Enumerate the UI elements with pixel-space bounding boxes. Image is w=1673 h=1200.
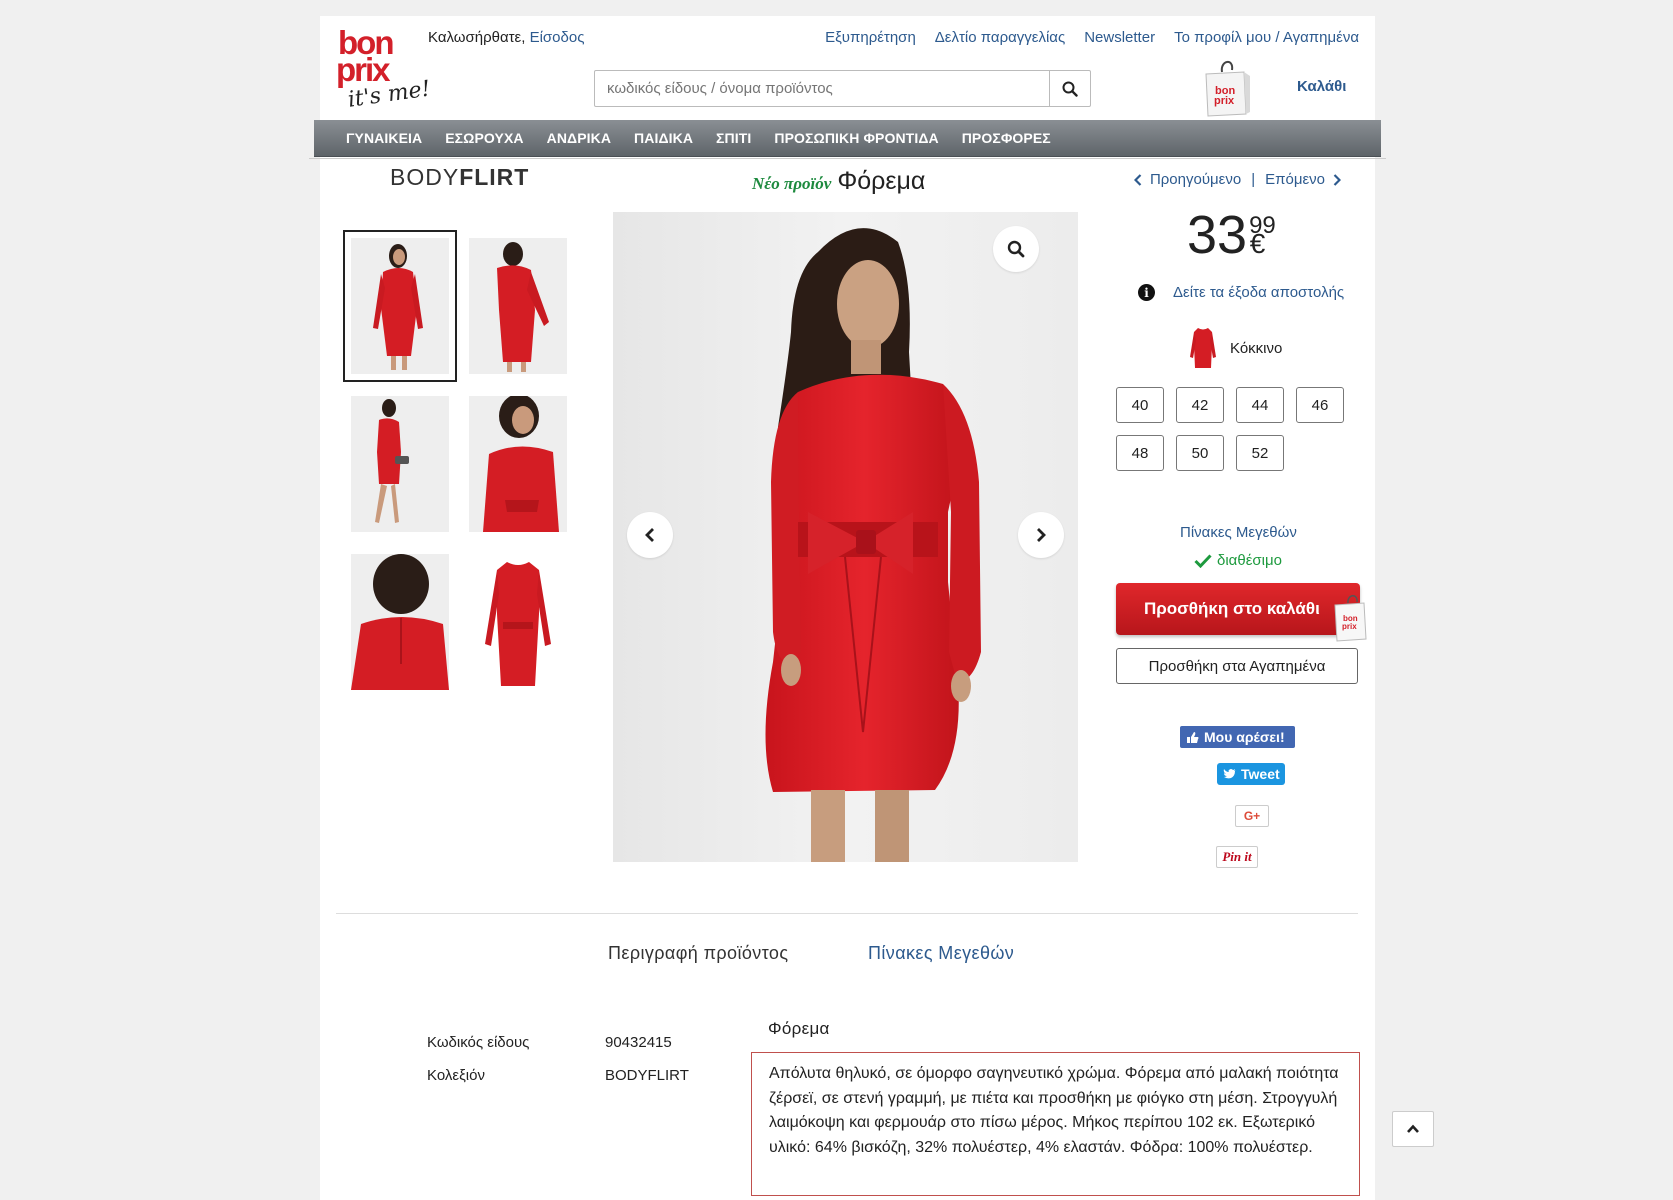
next-label: Επόμενο [1265, 171, 1325, 188]
page: bon prix it's me! Καλωσήρθατε, Είσοδος Ε… [309, 16, 1386, 1200]
size-option-44[interactable]: 44 [1236, 387, 1284, 423]
prev-next-nav: Προηγούμενο | Επόμενο [1133, 171, 1341, 188]
product-details: Κωδικός είδους 90432415 Κολεξιόν BODYFLI… [427, 1034, 735, 1084]
previous-label: Προηγούμενο [1149, 171, 1242, 188]
checkmark-icon [1194, 553, 1212, 568]
dress-swatch-icon [1190, 328, 1216, 368]
add-to-favorites-button[interactable]: Προσθήκη στα Αγαπημένα [1116, 648, 1358, 684]
facebook-like-label: Μου αρέσει! [1204, 729, 1285, 745]
description-title: Φόρεμα [768, 1019, 830, 1038]
nav-personal-care[interactable]: ΠΡΟΣΩΠΙΚΗ ΦΡΟΝΤΙΔΑ [774, 130, 938, 146]
brand-light: BODY [390, 164, 460, 190]
description-text: Απόλυτα θηλυκό, σε όμορφο σαγηνευτικό χρ… [751, 1052, 1360, 1196]
main-nav: ΓΥΝΑΙΚΕΙΑ ΕΣΩΡΟΥΧΑ ΑΝΔΡΙΚΑ ΠΑΙΔΙΚΑ ΣΠΙΤΙ… [314, 120, 1381, 157]
color-selector[interactable]: Κόκκινο [1190, 327, 1282, 369]
chevron-up-icon [1407, 1124, 1419, 1133]
nav-men[interactable]: ΑΝΔΡΙΚΑ [547, 130, 611, 146]
main-product-image[interactable] [613, 212, 1078, 862]
shipping-info-link[interactable]: i Δείτε τα έξοδα αποστολής [1138, 284, 1344, 301]
thumbnail-1[interactable] [343, 230, 457, 382]
detail-value-sku: 90432415 [605, 1034, 672, 1051]
top-links: Εξυπηρέτηση Δελτίο παραγγελίας Newslette… [825, 29, 1359, 46]
nav-women[interactable]: ΓΥΝΑΙΚΕΙΑ [346, 130, 422, 146]
availability-status: διαθέσιμο [1194, 552, 1282, 569]
svg-text:prix: prix [1342, 622, 1357, 631]
next-image-button[interactable] [1018, 512, 1064, 558]
size-option-48[interactable]: 48 [1116, 435, 1164, 471]
greeting-text: Καλωσήρθατε, [428, 29, 526, 46]
add-to-cart-button[interactable]: Προσθήκη στο καλάθι [1116, 583, 1360, 635]
product-title-area: Νέο προϊόν Φόρεμα [752, 167, 925, 196]
bonprix-logo[interactable]: bon prix it's me! [336, 24, 432, 113]
new-product-tag: Νέο προϊόν [752, 174, 832, 193]
back-to-top-button[interactable] [1392, 1111, 1434, 1147]
shopping-bag-icon: bon prix [1332, 593, 1370, 643]
price: 33 99 € [1187, 205, 1276, 265]
nav-divider [309, 158, 1386, 159]
search-input[interactable] [595, 71, 1049, 106]
search-button[interactable] [1049, 71, 1090, 106]
price-currency: € [1249, 228, 1266, 259]
order-form-link[interactable]: Δελτίο παραγγελίας [935, 29, 1065, 46]
nav-kids[interactable]: ΠΑΙΔΙΚΑ [634, 130, 693, 146]
search-box [594, 70, 1091, 107]
size-option-46[interactable]: 46 [1296, 387, 1344, 423]
product-title: Φόρεμα [837, 167, 926, 195]
detail-label-collection: Κολεξιόν [427, 1067, 485, 1084]
info-icon: i [1138, 284, 1155, 301]
thumbnail-5[interactable] [351, 554, 449, 690]
prev-image-button[interactable] [627, 512, 673, 558]
cart-bag-icon[interactable]: bon prix [1200, 56, 1252, 118]
size-option-50[interactable]: 50 [1176, 435, 1224, 471]
zoom-button[interactable] [993, 226, 1039, 272]
chevron-right-icon [1333, 173, 1341, 186]
size-option-40[interactable]: 40 [1116, 387, 1164, 423]
cart-link[interactable]: Καλάθι [1297, 78, 1346, 95]
svg-text:prix: prix [1214, 95, 1235, 107]
magnifier-icon [1007, 240, 1025, 258]
nav-lingerie[interactable]: ΕΣΩΡΟΥΧΑ [445, 130, 523, 146]
section-divider [336, 913, 1358, 914]
tab-product-description[interactable]: Περιγραφή προϊόντος [608, 943, 788, 964]
search-icon [1062, 81, 1078, 97]
thumbnail-2[interactable] [469, 238, 567, 374]
chevron-left-icon [645, 528, 654, 542]
detail-value-collection: BODYFLIRT [605, 1067, 689, 1084]
login-link[interactable]: Είσοδος [530, 29, 585, 46]
facebook-like-button[interactable]: Μου αρέσει! [1180, 726, 1295, 748]
tweet-label: Tweet [1241, 766, 1280, 782]
chevron-left-icon [1133, 173, 1142, 186]
chevron-right-icon [1037, 528, 1046, 542]
thumbnail-6[interactable] [469, 554, 567, 690]
thumbnail-3[interactable] [351, 396, 449, 532]
twitter-bird-icon [1223, 769, 1236, 779]
thumbs-up-icon [1187, 731, 1199, 743]
detail-label-sku: Κωδικός είδους [427, 1034, 530, 1051]
next-link[interactable]: Επόμενο [1265, 171, 1341, 188]
previous-link[interactable]: Προηγούμενο [1133, 171, 1242, 188]
google-plus-button[interactable]: G+ [1235, 805, 1269, 827]
pinterest-button[interactable]: Pin it [1216, 846, 1258, 868]
customer-service-link[interactable]: Εξυπηρέτηση [825, 29, 916, 46]
newsletter-link[interactable]: Newsletter [1084, 29, 1155, 46]
size-option-52[interactable]: 52 [1236, 435, 1284, 471]
price-integer: 33 [1187, 205, 1248, 265]
profile-favorites-link[interactable]: Το προφίλ μου / Αγαπημένα [1174, 29, 1359, 46]
greeting: Καλωσήρθατε, Είσοδος [428, 29, 584, 46]
nav-separator: | [1251, 171, 1256, 188]
availability-label: διαθέσιμο [1217, 552, 1282, 569]
size-options: 40 42 44 46 48 50 52 [1116, 387, 1344, 471]
color-name: Κόκκινο [1230, 339, 1283, 357]
thumbnail-4[interactable] [469, 396, 567, 532]
size-tables-link[interactable]: Πίνακες Μεγεθών [1180, 524, 1297, 541]
tab-size-tables[interactable]: Πίνακες Μεγεθών [868, 943, 1014, 964]
twitter-tweet-button[interactable]: Tweet [1217, 763, 1285, 785]
nav-home[interactable]: ΣΠΙΤΙ [716, 130, 751, 146]
size-option-42[interactable]: 42 [1176, 387, 1224, 423]
shipping-label: Δείτε τα έξοδα αποστολής [1173, 284, 1345, 301]
brand-logo[interactable]: BODYFLIRT [390, 164, 529, 191]
nav-offers[interactable]: ΠΡΟΣΦΟΡΕΣ [962, 130, 1051, 146]
brand-bold: FLIRT [459, 164, 530, 190]
